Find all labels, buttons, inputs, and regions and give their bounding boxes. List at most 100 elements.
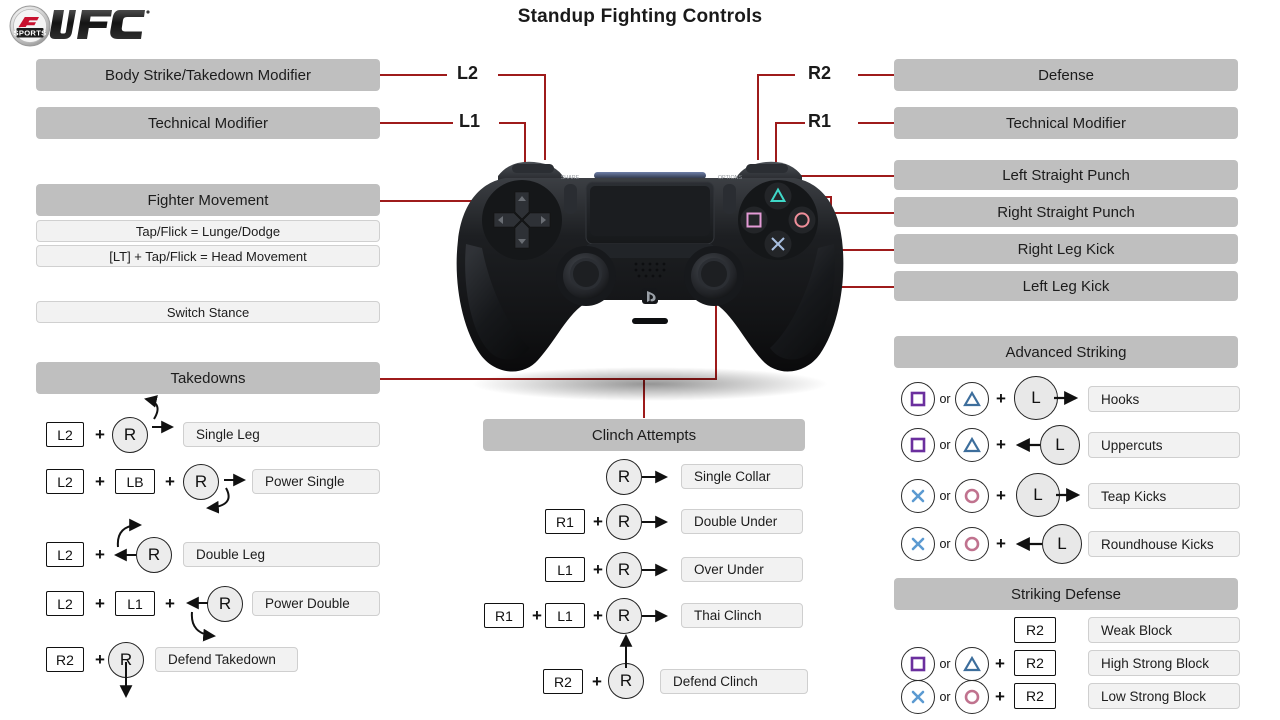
bar-right-leg-kick[interactable]: Right Leg Kick xyxy=(894,234,1238,264)
clinch-1-plus: + xyxy=(593,512,603,531)
def-1-result[interactable]: High Strong Block xyxy=(1088,650,1240,676)
adv-3-or: or xyxy=(939,537,951,551)
def-2-button-cross xyxy=(901,680,935,714)
takedown-3-token-1: L1 xyxy=(115,591,155,616)
adv-2-plus: + xyxy=(996,486,1006,505)
header-advanced-striking: Advanced Striking xyxy=(894,336,1238,368)
clinch-0-stick: R xyxy=(606,459,642,495)
bar-technical-modifier-left[interactable]: Technical Modifier xyxy=(36,107,380,139)
def-1-token: R2 xyxy=(1014,650,1056,676)
svg-text:SPORTS: SPORTS xyxy=(13,28,46,37)
header-takedowns: Takedowns xyxy=(36,362,380,394)
ps4-controller-image: SHARE OPTIONS xyxy=(436,148,864,406)
connector-technical-modifier-left xyxy=(380,122,453,124)
takedown-3-arrows xyxy=(186,596,216,642)
takedown-1-result[interactable]: Power Single xyxy=(252,469,380,494)
def-1-button-square xyxy=(901,647,935,681)
clinch-2-arrow xyxy=(642,563,668,577)
adv-1-or: or xyxy=(939,438,951,452)
def-0-result[interactable]: Weak Block xyxy=(1088,617,1240,643)
header-clinch-attempts: Clinch Attempts xyxy=(483,419,805,451)
clinch-3-result[interactable]: Thai Clinch xyxy=(681,603,803,628)
switch-stance-row[interactable]: Switch Stance xyxy=(36,301,380,323)
takedown-2-result[interactable]: Double Leg xyxy=(183,542,380,567)
clinch-1-stick: R xyxy=(606,504,642,540)
controls-diagram: SPORTS Standup Fighting Controls SHARE O… xyxy=(0,0,1280,720)
takedown-1-plus-0: + xyxy=(95,472,105,491)
bumper-label-l2: L2 xyxy=(457,63,479,83)
clinch-3-plus-1: + xyxy=(593,606,603,625)
clinch-2-plus: + xyxy=(593,560,603,579)
clinch-2-stick: R xyxy=(606,552,642,588)
def-1-button-triangle xyxy=(955,647,989,681)
connector-l1-right xyxy=(499,122,526,124)
takedown-0-token-0: L2 xyxy=(46,422,84,447)
clinch-0-result[interactable]: Single Collar xyxy=(681,464,803,489)
clinch-3-token-0: R1 xyxy=(484,603,524,628)
bumper-label-r2: R2 xyxy=(808,63,832,83)
takedown-0-plus: + xyxy=(95,425,105,444)
takedown-1-plus-1: + xyxy=(165,472,175,491)
clinch-3-plus-0: + xyxy=(532,606,542,625)
options-label: OPTIONS xyxy=(718,175,743,181)
header-striking-defense: Striking Defense xyxy=(894,578,1238,610)
fighter-movement-row-0[interactable]: Tap/Flick = Lunge/Dodge xyxy=(36,220,380,242)
takedown-3-result[interactable]: Power Double xyxy=(252,591,380,616)
clinch-4-arrow xyxy=(619,634,633,668)
bar-left-leg-kick[interactable]: Left Leg Kick xyxy=(894,271,1238,301)
bar-left-straight-punch[interactable]: Left Straight Punch xyxy=(894,160,1238,190)
clinch-2-result[interactable]: Over Under xyxy=(681,557,803,582)
header-fighter-movement: Fighter Movement xyxy=(36,184,380,216)
takedown-3-plus-0: + xyxy=(95,594,105,613)
adv-0-or: or xyxy=(939,392,951,406)
adv-0-plus: + xyxy=(996,389,1006,408)
def-2-button-circle xyxy=(955,680,989,714)
bar-right-straight-punch[interactable]: Right Straight Punch xyxy=(894,197,1238,227)
takedown-0-arrows xyxy=(144,395,174,434)
adv-3-button-circle xyxy=(955,527,989,561)
adv-1-stick: L xyxy=(1040,425,1080,465)
takedown-2-arrows xyxy=(114,518,142,562)
takedown-4-plus: + xyxy=(95,650,105,669)
adv-1-result[interactable]: Uppercuts xyxy=(1088,432,1240,458)
def-2-plus: + xyxy=(995,687,1005,706)
adv-0-arrow-right xyxy=(1054,390,1079,406)
bar-defense[interactable]: Defense xyxy=(894,59,1238,91)
adv-2-button-cross xyxy=(901,479,935,513)
adv-3-result[interactable]: Roundhouse Kicks xyxy=(1088,531,1240,557)
clinch-1-arrow xyxy=(642,515,668,529)
takedown-4-arrow xyxy=(119,662,133,698)
takedown-4-token-0: R2 xyxy=(46,647,84,672)
clinch-0-arrow xyxy=(642,470,668,484)
bumper-label-r1: R1 xyxy=(808,111,832,131)
def-2-token: R2 xyxy=(1014,683,1056,709)
clinch-1-token-0: R1 xyxy=(545,509,585,534)
fighter-movement-row-1[interactable]: [LT] + Tap/Flick = Head Movement xyxy=(36,245,380,267)
ps-home-button xyxy=(642,288,658,304)
adv-0-result[interactable]: Hooks xyxy=(1088,386,1240,412)
takedown-2-token-0: L2 xyxy=(46,542,84,567)
connector-r1-stub xyxy=(775,122,805,124)
bumper-label-l1: L1 xyxy=(459,111,481,131)
def-1-plus: + xyxy=(995,654,1005,673)
clinch-4-result[interactable]: Defend Clinch xyxy=(660,669,808,694)
adv-3-button-cross xyxy=(901,527,935,561)
takedown-3-token-0: L2 xyxy=(46,591,84,616)
clinch-3-token-1: L1 xyxy=(545,603,585,628)
clinch-1-result[interactable]: Double Under xyxy=(681,509,803,534)
def-0-token: R2 xyxy=(1014,617,1056,643)
adv-1-button-triangle xyxy=(955,428,989,462)
bar-technical-modifier-right[interactable]: Technical Modifier xyxy=(894,107,1238,139)
adv-1-plus: + xyxy=(996,435,1006,454)
adv-3-plus: + xyxy=(996,534,1006,553)
def-2-or: or xyxy=(939,690,951,704)
takedown-4-result[interactable]: Defend Takedown xyxy=(155,647,298,672)
def-1-or: or xyxy=(939,657,951,671)
adv-2-result[interactable]: Teap Kicks xyxy=(1088,483,1240,509)
def-2-result[interactable]: Low Strong Block xyxy=(1088,683,1240,709)
takedown-1-token-1: LB xyxy=(115,469,155,494)
bar-body-strike-takedown-modifier[interactable]: Body Strike/Takedown Modifier xyxy=(36,59,380,91)
clinch-2-token-0: L1 xyxy=(545,557,585,582)
takedown-0-result[interactable]: Single Leg xyxy=(183,422,380,447)
adv-0-button-triangle xyxy=(955,382,989,416)
